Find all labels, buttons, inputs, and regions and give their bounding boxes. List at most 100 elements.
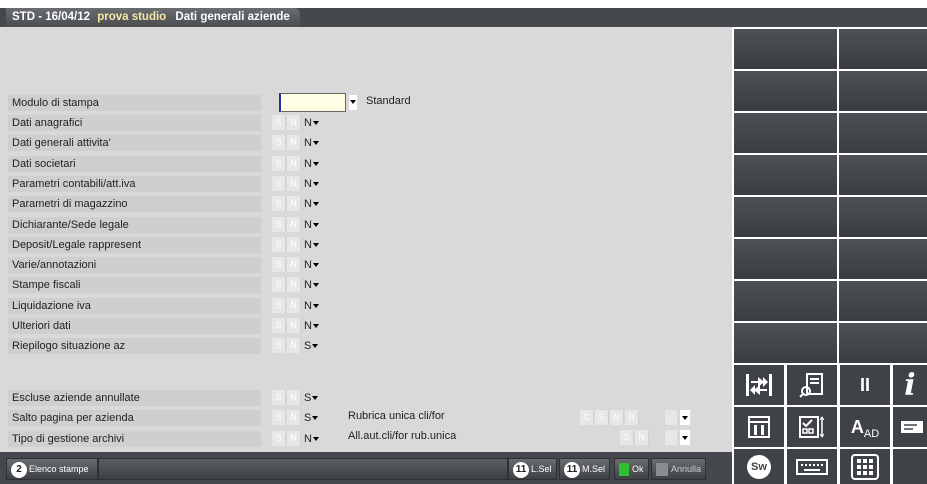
keyboard-button[interactable] [787, 449, 837, 484]
option-label: Escluse aziende annullate [8, 390, 261, 406]
chevron-down-icon [312, 263, 319, 268]
option-value-select[interactable]: N [302, 257, 324, 274]
elenco-stampe-button[interactable]: 2 Elenco stampe [6, 458, 98, 480]
option-n-button[interactable]: N [287, 277, 301, 293]
lsel-button[interactable]: 11 L.Sel [508, 458, 557, 480]
notes-button[interactable] [893, 407, 927, 447]
option-n-button[interactable]: N [287, 257, 301, 273]
option-n-button[interactable]: N [287, 155, 301, 171]
sw-button[interactable]: Sw [734, 449, 784, 484]
option-s-button[interactable]: S [272, 277, 286, 293]
option-value-select[interactable]: N [302, 297, 324, 314]
function-key-7[interactable] [734, 155, 837, 195]
function-key-13[interactable] [734, 281, 837, 321]
keypad-button[interactable] [840, 449, 890, 484]
function-key-9[interactable] [734, 197, 837, 237]
function-key-10[interactable] [839, 197, 927, 237]
option-s-button[interactable]: S [272, 216, 286, 232]
function-key-1[interactable] [734, 29, 837, 69]
option-s-button[interactable]: S [272, 390, 286, 405]
ok-button[interactable]: Ok [614, 458, 649, 480]
function-key-4[interactable] [839, 71, 927, 111]
option-s-button[interactable]: S [272, 257, 286, 273]
option-value-select[interactable]: N [302, 430, 324, 447]
option-n-button[interactable]: N [287, 236, 301, 252]
option-n-button[interactable]: N [287, 196, 301, 212]
option-value-select[interactable]: N [302, 236, 324, 253]
annulla-button[interactable]: Annulla [651, 458, 707, 480]
rubrica-option-button[interactable]: C [580, 410, 594, 425]
option-n-button[interactable]: N [287, 430, 301, 446]
option-value-select[interactable]: N [302, 196, 324, 213]
allaut-dropdown[interactable] [680, 430, 690, 445]
msel-label: M.Sel [582, 464, 606, 474]
option-value-select[interactable]: N [302, 318, 324, 334]
chevron-down-icon [312, 141, 319, 146]
option-n-button[interactable]: N [287, 390, 301, 405]
chevron-down-icon [312, 121, 319, 126]
allaut-option-button[interactable]: S [620, 430, 634, 445]
option-n-button[interactable]: N [287, 318, 301, 333]
option-n-button[interactable]: N [287, 175, 301, 191]
info-button[interactable]: i [893, 365, 927, 405]
rubrica-dropdown[interactable] [680, 410, 690, 425]
option-s-button[interactable]: S [272, 135, 286, 151]
option-n-button[interactable]: N [287, 216, 301, 232]
option-value-select[interactable]: N [302, 115, 324, 131]
function-key-6[interactable] [839, 113, 927, 153]
rubrica-blank-field[interactable] [665, 410, 677, 425]
function-key-5[interactable] [734, 113, 837, 153]
option-s-button[interactable]: S [272, 410, 286, 426]
option-value-select[interactable]: N [302, 175, 324, 192]
blank-key-button[interactable] [893, 449, 927, 484]
option-value-select[interactable]: N [302, 135, 324, 152]
option-label: Stampe fiscali [8, 277, 261, 294]
option-s-button[interactable]: S [272, 115, 286, 130]
option-value-select[interactable]: N [302, 216, 324, 233]
option-value-select[interactable]: N [302, 155, 324, 172]
option-n-button[interactable]: N [287, 297, 301, 313]
function-key-3[interactable] [734, 71, 837, 111]
option-n-button[interactable]: N [287, 410, 301, 426]
ok-green-icon [619, 463, 629, 477]
modulo-dropdown-button[interactable] [349, 95, 357, 110]
expand-width-button[interactable] [734, 365, 784, 405]
function-key-16[interactable] [839, 323, 927, 363]
option-s-button[interactable]: S [272, 155, 286, 171]
function-key-14[interactable] [839, 281, 927, 321]
option-s-button[interactable]: S [272, 338, 286, 354]
option-s-button[interactable]: S [272, 196, 286, 212]
option-s-button[interactable]: S [272, 430, 286, 446]
option-s-button[interactable]: S [272, 175, 286, 191]
checklist-sort-icon [787, 407, 837, 447]
rubrica-option-button[interactable]: N [610, 410, 624, 425]
msel-button[interactable]: 11 M.Sel [559, 458, 611, 480]
preview-button[interactable] [787, 365, 837, 405]
ad-button[interactable]: A AD [840, 407, 890, 447]
option-s-button[interactable]: S [272, 236, 286, 252]
function-key-15[interactable] [734, 323, 837, 363]
function-key-2[interactable] [839, 29, 927, 69]
option-s-button[interactable]: S [272, 297, 286, 313]
option-n-button[interactable]: N [287, 115, 301, 130]
pause-button[interactable]: II [840, 365, 890, 405]
window-tab[interactable]: STD - 16/04/12 prova studio Dati general… [6, 8, 300, 27]
option-value-select[interactable]: S [302, 410, 324, 427]
option-row: Dichiarante/Sede legale [8, 215, 720, 233]
function-key-11[interactable] [734, 239, 837, 279]
option-n-button[interactable]: N [287, 135, 301, 151]
modulo-input[interactable] [279, 93, 346, 112]
option-s-button[interactable]: S [272, 318, 286, 333]
option-value-select[interactable]: S [302, 390, 324, 406]
allaut-blank-field[interactable] [665, 430, 677, 445]
function-key-8[interactable] [839, 155, 927, 195]
sort-checklist-button[interactable] [787, 407, 837, 447]
option-n-button[interactable]: N [287, 338, 301, 354]
rubrica-option-button[interactable]: R [625, 410, 639, 425]
calendar-button[interactable] [734, 407, 784, 447]
function-key-12[interactable] [839, 239, 927, 279]
rubrica-option-button[interactable]: S [595, 410, 609, 425]
option-value-select[interactable]: N [302, 277, 324, 294]
option-value-select[interactable]: S [302, 338, 324, 355]
allaut-option-button[interactable]: N [635, 430, 649, 445]
